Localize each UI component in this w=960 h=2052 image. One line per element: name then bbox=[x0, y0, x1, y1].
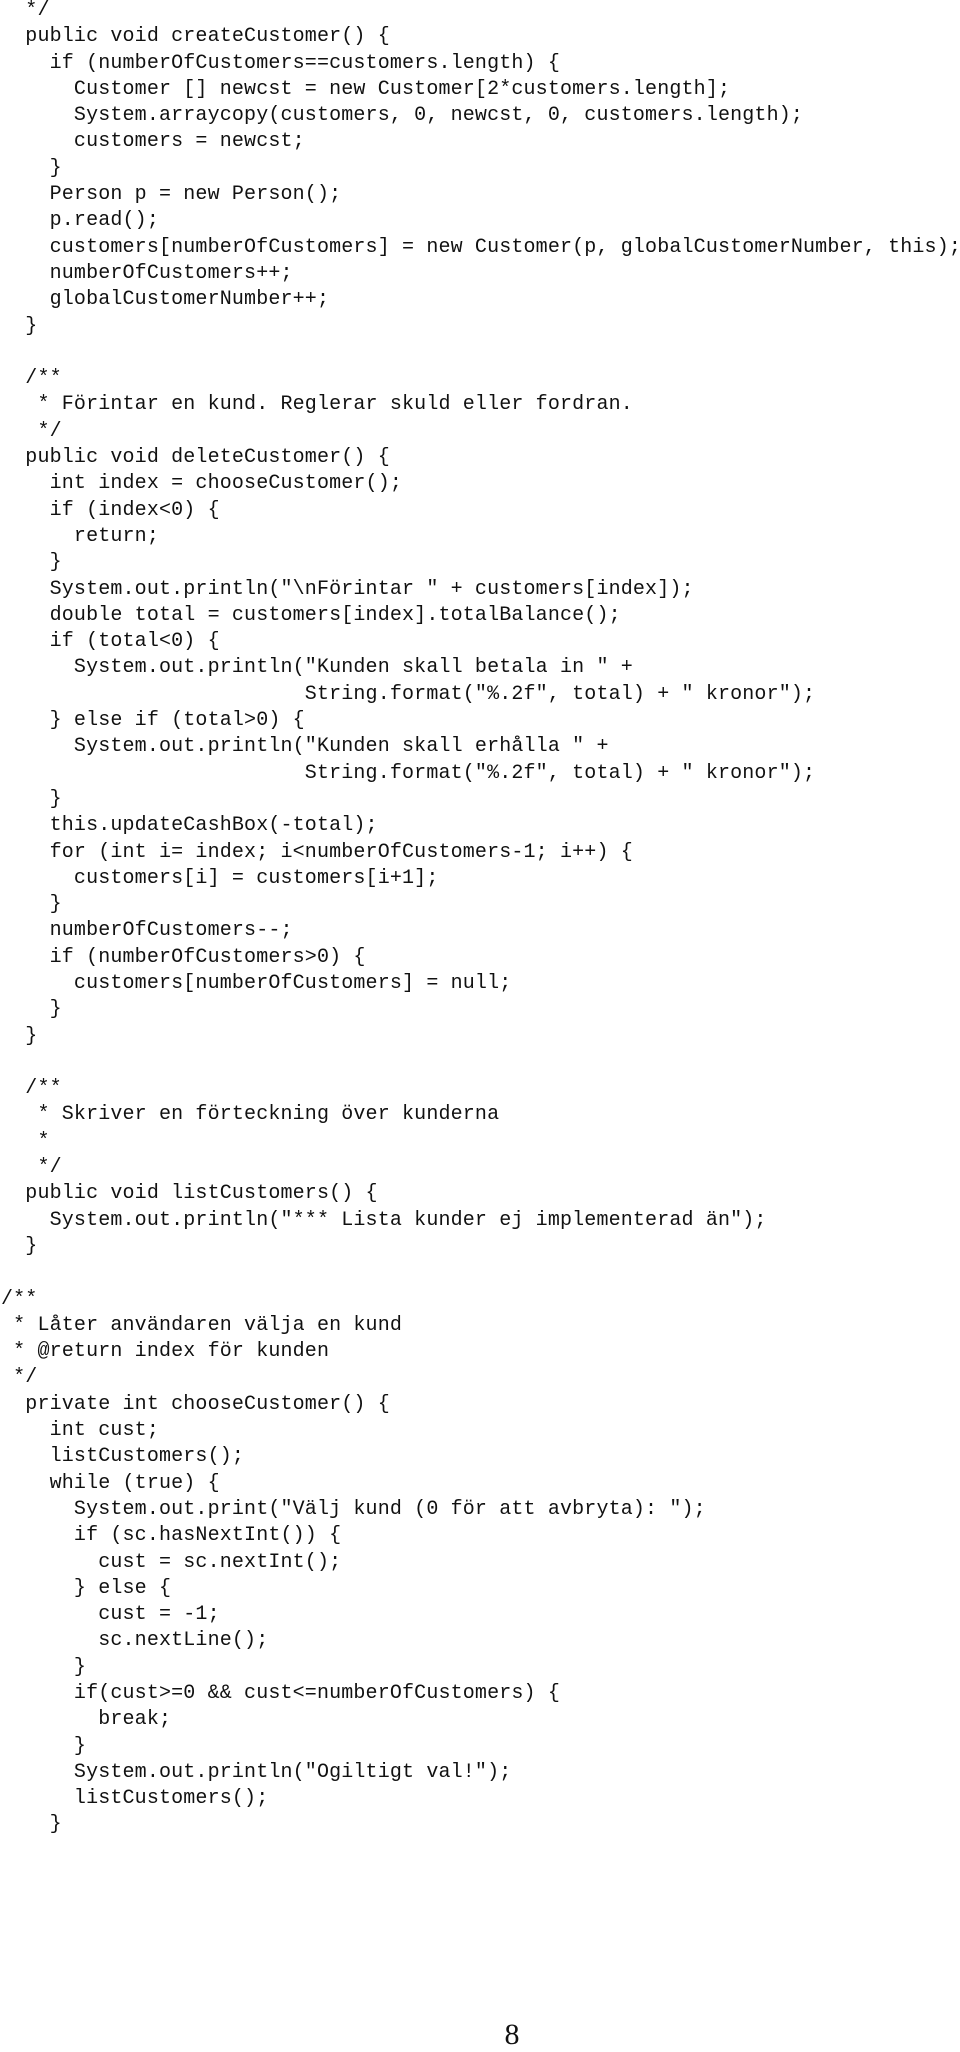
code-line: if (index<0) { bbox=[1, 498, 220, 522]
code-line: /** bbox=[1, 367, 62, 391]
code-line: /** bbox=[1, 1077, 62, 1101]
code-line: } bbox=[1, 314, 38, 338]
code-line: System.out.println("Ogiltigt val!"); bbox=[1, 1760, 512, 1784]
code-line: } bbox=[1, 893, 62, 917]
code-line: this.updateCashBox(-total); bbox=[1, 814, 378, 838]
code-line: String.format("%.2f", total) + " kronor"… bbox=[1, 761, 816, 785]
code-line: Person p = new Person(); bbox=[1, 183, 342, 207]
code-line: listCustomers(); bbox=[1, 1787, 269, 1811]
code-line: customers = newcst; bbox=[1, 130, 305, 154]
code-line: * Förintar en kund. Reglerar skuld eller… bbox=[1, 393, 633, 417]
code-line: public void deleteCustomer() { bbox=[1, 446, 390, 470]
code-line: * Skriver en förteckning över kunderna bbox=[1, 1103, 500, 1127]
code-line: String.format("%.2f", total) + " kronor"… bbox=[1, 682, 816, 706]
code-line: customers[numberOfCustomers] = new Custo… bbox=[1, 235, 960, 259]
code-line: System.out.println("*** Lista kunder ej … bbox=[1, 1208, 767, 1232]
code-line: System.out.println("Kunden skall erhålla… bbox=[1, 735, 609, 759]
code-line: if (total<0) { bbox=[1, 630, 220, 654]
code-line: /** bbox=[1, 1287, 38, 1311]
code-line: sc.nextLine(); bbox=[1, 1629, 269, 1653]
code-line: for (int i= index; i<numberOfCustomers-1… bbox=[1, 840, 633, 864]
code-line: if(cust>=0 && cust<=numberOfCustomers) { bbox=[1, 1682, 560, 1705]
code-line: } else if (total>0) { bbox=[1, 709, 305, 733]
code-line: public void createCustomer() { bbox=[1, 25, 390, 49]
code-line: if (sc.hasNextInt()) { bbox=[1, 1524, 342, 1548]
code-line: System.out.print("Välj kund (0 för att a… bbox=[1, 1497, 706, 1521]
code-line: private int chooseCustomer() { bbox=[1, 1392, 390, 1416]
code-line: listCustomers(); bbox=[1, 1445, 245, 1469]
code-line: */ bbox=[1, 1366, 38, 1390]
code-line: * @return index för kunden bbox=[1, 1340, 330, 1364]
code-line: } bbox=[1, 998, 62, 1022]
code-line: public void listCustomers() { bbox=[1, 1182, 378, 1206]
code-line: customers[numberOfCustomers] = null; bbox=[1, 971, 512, 995]
code-line: double total = customers[index].totalBal… bbox=[1, 603, 621, 627]
code-line: numberOfCustomers--; bbox=[1, 919, 293, 943]
code-line: } bbox=[1, 1813, 62, 1837]
code-line: * bbox=[1, 1129, 50, 1153]
code-line: System.out.println("Kunden skall betala … bbox=[1, 656, 633, 680]
code-line: int cust; bbox=[1, 1419, 159, 1443]
code-line: System.out.println("\nFörintar " + custo… bbox=[1, 577, 694, 601]
code-line: cust = -1; bbox=[1, 1603, 220, 1627]
code-line: Customer [] newcst = new Customer[2*cust… bbox=[1, 77, 731, 101]
code-line: } bbox=[1, 1234, 38, 1258]
code-line: } bbox=[1, 1655, 87, 1679]
code-line: * Låter användaren välja en kund bbox=[1, 1313, 403, 1337]
code-line: } bbox=[1, 1024, 38, 1048]
code-listing: */ public void createCustomer() { if (nu… bbox=[1, 0, 960, 1839]
page-number: 8 bbox=[504, 2018, 520, 2051]
code-line: */ bbox=[1, 1156, 62, 1180]
code-line: break; bbox=[1, 1708, 172, 1732]
code-line: } bbox=[1, 551, 62, 575]
code-line: } bbox=[1, 787, 62, 811]
code-line: } else { bbox=[1, 1576, 172, 1600]
code-line: } bbox=[1, 1734, 87, 1758]
document-page: */ public void createCustomer() { if (nu… bbox=[0, 0, 960, 2052]
code-line: int index = chooseCustomer(); bbox=[1, 472, 403, 496]
code-line: */ bbox=[1, 0, 50, 22]
code-line: customers[i] = customers[i+1]; bbox=[1, 866, 439, 890]
code-line: cust = sc.nextInt(); bbox=[1, 1550, 342, 1574]
code-line: if (numberOfCustomers==customers.length)… bbox=[1, 51, 560, 75]
code-line: while (true) { bbox=[1, 1471, 220, 1495]
code-line: if (numberOfCustomers>0) { bbox=[1, 945, 366, 969]
code-line: */ bbox=[1, 419, 62, 443]
code-line: globalCustomerNumber++; bbox=[1, 288, 330, 312]
code-line: return; bbox=[1, 524, 159, 548]
code-line: } bbox=[1, 156, 62, 180]
code-line: System.arraycopy(customers, 0, newcst, 0… bbox=[1, 104, 804, 128]
code-line: numberOfCustomers++; bbox=[1, 261, 293, 285]
code-line: p.read(); bbox=[1, 209, 159, 233]
